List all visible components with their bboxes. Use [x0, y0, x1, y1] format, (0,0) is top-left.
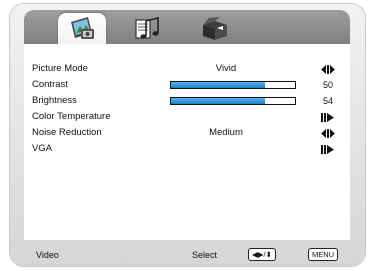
setup-box-icon	[203, 17, 227, 40]
select-key-badge: ◀▶/⬍	[248, 248, 276, 261]
music-icon	[135, 16, 159, 39]
menu-row-noise-reduction[interactable]: Noise Reduction Medium	[32, 126, 338, 140]
menu-row-vga[interactable]: VGA	[32, 142, 338, 156]
brightness-slider-fill	[171, 98, 266, 104]
submenu-arrow-icon[interactable]	[318, 110, 338, 124]
picture-mode-label: Picture Mode	[32, 63, 88, 74]
left-right-arrows-icon[interactable]	[318, 126, 338, 140]
picture-icon	[71, 17, 94, 39]
tab-bar	[24, 10, 350, 44]
source-label: Video	[36, 250, 59, 260]
contrast-label: Contrast	[32, 79, 68, 90]
menu-row-contrast[interactable]: Contrast 50	[32, 78, 338, 92]
brightness-label: Brightness	[32, 95, 77, 106]
submenu-arrow-icon[interactable]	[318, 142, 338, 156]
brightness-slider[interactable]	[170, 97, 296, 105]
picture-settings-panel: Picture Mode Vivid Contrast 50 Brightnes…	[24, 44, 350, 240]
menu-row-brightness[interactable]: Brightness 54	[32, 94, 338, 108]
menu-row-picture-mode[interactable]: Picture Mode Vivid	[32, 62, 338, 76]
color-temperature-label: Color Temperature	[32, 111, 111, 122]
menu-key-badge[interactable]: MENU	[308, 248, 339, 261]
tab-picture[interactable]	[58, 13, 106, 44]
contrast-value: 50	[322, 80, 333, 90]
status-footer: Video Select ◀▶/⬍ MENU	[24, 246, 350, 264]
select-hint-label: Select	[192, 250, 218, 260]
contrast-slider-fill	[171, 82, 266, 88]
menu-row-color-temperature[interactable]: Color Temperature	[32, 110, 338, 124]
noise-reduction-label: Noise Reduction	[32, 127, 102, 138]
tab-music[interactable]	[122, 13, 170, 44]
picture-mode-value: Vivid	[215, 63, 237, 74]
tab-setup[interactable]	[190, 13, 238, 44]
noise-reduction-value: Medium	[209, 127, 243, 138]
brightness-value: 54	[322, 96, 333, 106]
left-right-arrows-icon[interactable]	[318, 62, 338, 76]
contrast-slider[interactable]	[170, 81, 296, 89]
vga-label: VGA	[32, 143, 53, 154]
